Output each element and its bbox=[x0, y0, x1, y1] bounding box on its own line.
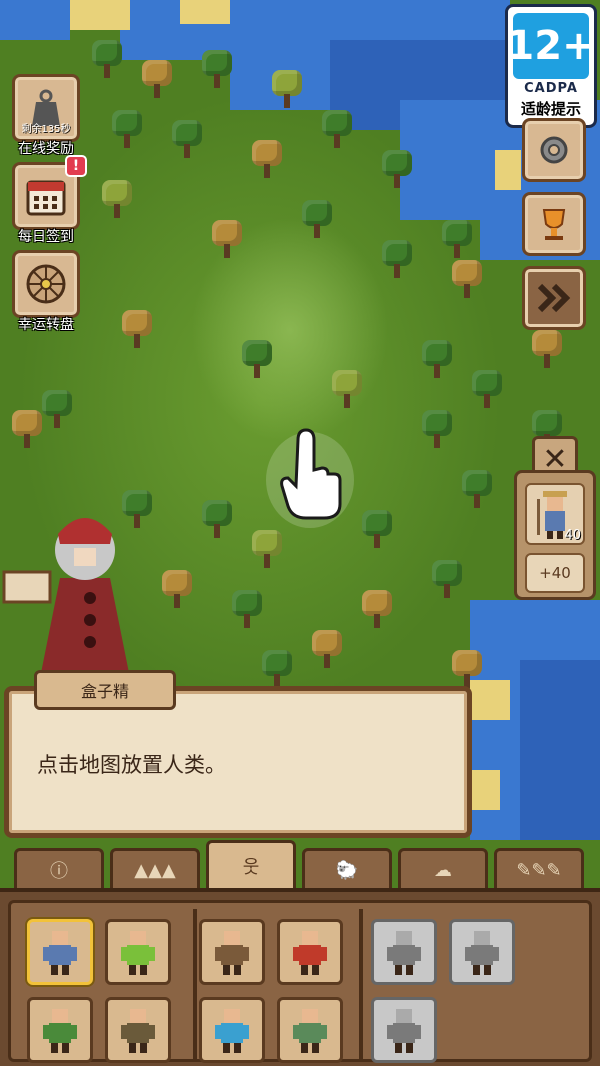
orc-icon bbox=[43, 1009, 77, 1053]
category-tabs: ⓘ ▲▲▲ 웃 🐑 ☁ ✎✎✎ bbox=[0, 840, 600, 892]
dialog-text: 点击地图放置人类。 bbox=[37, 753, 226, 777]
tutorial-hand-icon bbox=[262, 420, 358, 530]
scarecrow-icon bbox=[215, 931, 249, 975]
tab-disasters[interactable]: ☁ bbox=[398, 848, 488, 892]
demon-icon bbox=[293, 931, 327, 975]
gear-icon bbox=[540, 136, 568, 164]
tab-animals[interactable]: 🐑 bbox=[302, 848, 392, 892]
unit-slot-wizard[interactable] bbox=[449, 919, 515, 985]
achievements-button[interactable] bbox=[522, 192, 586, 256]
group-divider bbox=[193, 909, 197, 1059]
clouds-icon: ☁ bbox=[434, 859, 452, 881]
fast-forward-button[interactable] bbox=[522, 266, 586, 330]
animal-icon: 🐑 bbox=[335, 859, 359, 881]
add-units-button[interactable]: +40 bbox=[525, 553, 585, 593]
age-rating-badge: 12+ CADPA 适龄提示 bbox=[505, 4, 597, 128]
unit-slot-snowman[interactable] bbox=[371, 919, 437, 985]
unit-slot-dwarf[interactable] bbox=[105, 997, 171, 1063]
unit-slot-zombie[interactable] bbox=[277, 997, 343, 1063]
online-reward-button[interactable]: 剩余135秒 bbox=[12, 74, 80, 142]
add-units-label: +40 bbox=[539, 564, 571, 582]
age-rating-number: 12+ bbox=[506, 13, 596, 79]
elf-icon bbox=[121, 931, 155, 975]
tab-tools[interactable]: ✎✎✎ bbox=[494, 848, 584, 892]
dwarf-icon bbox=[121, 1009, 155, 1053]
unit-slot-orc[interactable] bbox=[27, 997, 93, 1063]
info-icon: ⓘ bbox=[50, 861, 68, 882]
cat-icon bbox=[387, 1009, 421, 1053]
wheel-icon bbox=[26, 264, 66, 304]
daily-signin-button[interactable]: ! bbox=[12, 155, 87, 230]
tab-terrain[interactable]: ▲▲▲ bbox=[110, 848, 200, 892]
unit-grid bbox=[8, 900, 592, 1063]
settings-button[interactable] bbox=[522, 118, 586, 182]
unit-count: 40 bbox=[564, 528, 581, 543]
zombie-icon bbox=[293, 1009, 327, 1053]
person-icon: 웃 bbox=[242, 857, 260, 878]
unit-slot-human[interactable] bbox=[27, 919, 93, 985]
calendar-icon bbox=[26, 180, 66, 216]
brushes-icon: ✎✎✎ bbox=[516, 859, 562, 881]
daily-signin-label: 每日签到 bbox=[18, 229, 74, 245]
tab-humanoids[interactable]: 웃 bbox=[206, 840, 296, 892]
unit-slot-scarecrow[interactable] bbox=[199, 919, 265, 985]
dialog-speaker: 盒子精 bbox=[34, 670, 176, 710]
unit-panel bbox=[0, 888, 600, 1066]
age-rating-tip: 适龄提示 bbox=[520, 100, 581, 118]
unit-slot-cat[interactable] bbox=[371, 997, 437, 1063]
unit-slot-elf[interactable] bbox=[105, 919, 171, 985]
age-rating-org: CADPA bbox=[524, 81, 578, 96]
group-divider bbox=[359, 909, 363, 1059]
human-icon bbox=[43, 931, 77, 975]
tab-info[interactable]: ⓘ bbox=[14, 848, 104, 892]
lucky-wheel-label: 幸运转盘 bbox=[18, 317, 74, 333]
unit-power-card: 40 +40 bbox=[514, 470, 596, 600]
notification-badge: ! bbox=[65, 155, 87, 177]
unit-slot-demon[interactable] bbox=[277, 919, 343, 985]
lucky-wheel-button[interactable] bbox=[12, 250, 80, 318]
trophy-icon bbox=[542, 209, 566, 240]
fast-forward-icon bbox=[537, 283, 571, 313]
ice-golem-icon bbox=[215, 1009, 249, 1053]
reward-timer: 剩余135秒 bbox=[21, 124, 71, 135]
snowman-icon bbox=[387, 931, 421, 975]
mountains-icon: ▲▲▲ bbox=[134, 859, 176, 881]
box-spirit-character bbox=[0, 508, 150, 688]
unit-slot-ice-golem[interactable] bbox=[199, 997, 265, 1063]
wizard-icon bbox=[465, 931, 499, 975]
farmer-portrait[interactable]: 40 bbox=[525, 483, 585, 545]
